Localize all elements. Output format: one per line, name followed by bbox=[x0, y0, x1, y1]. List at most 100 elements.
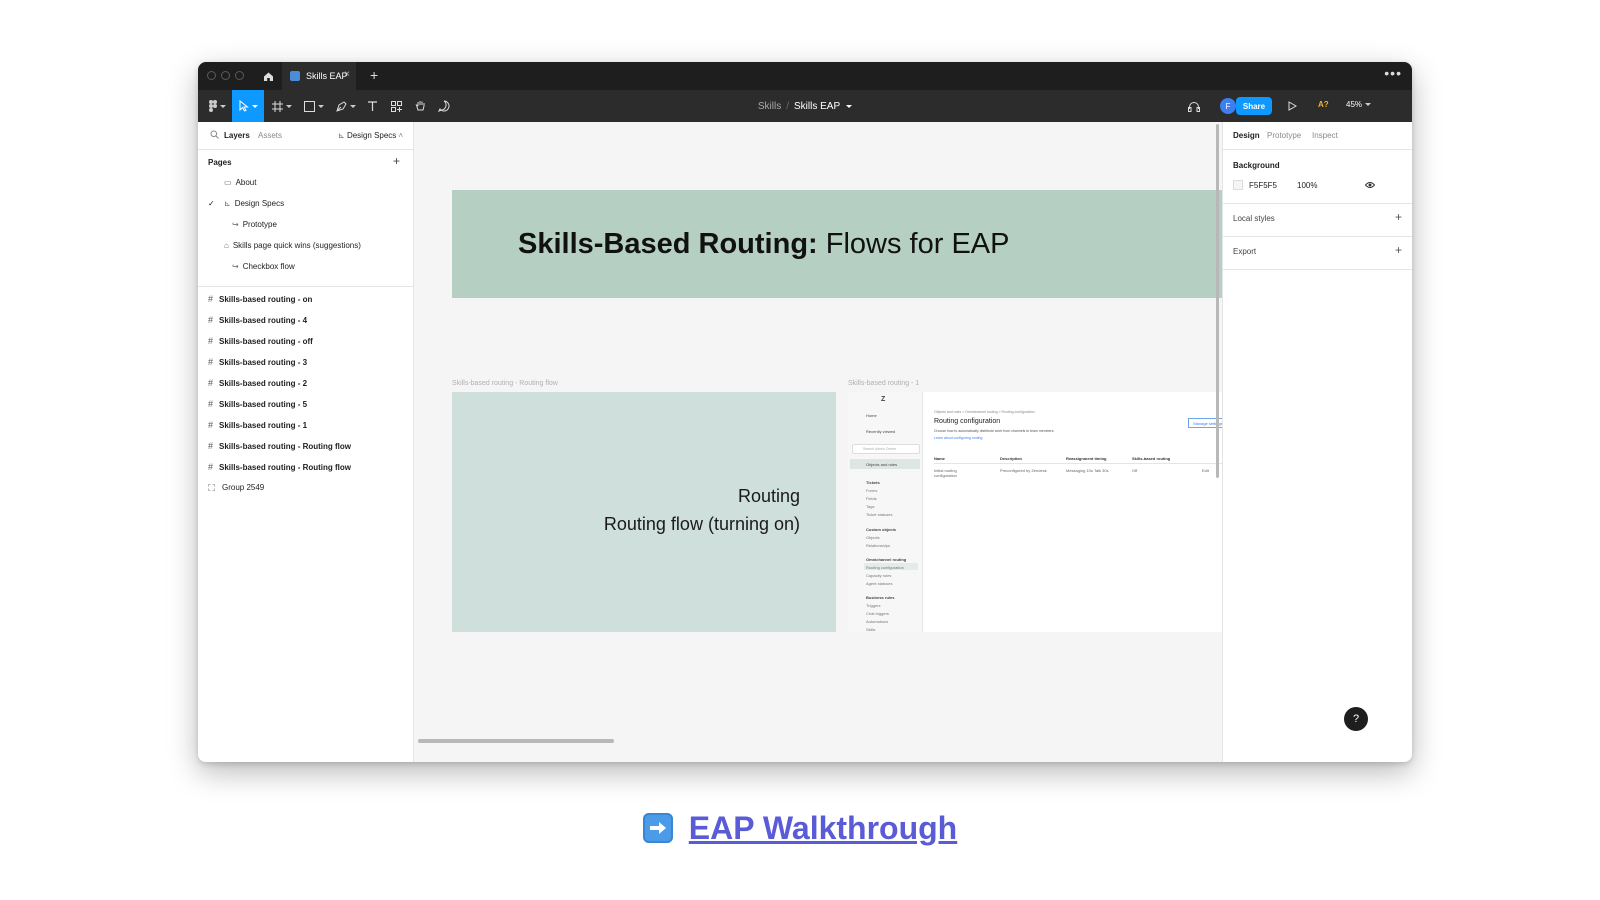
hand-tool[interactable] bbox=[410, 90, 430, 122]
add-page-button[interactable]: + bbox=[393, 154, 400, 168]
avatar[interactable]: F bbox=[1220, 98, 1236, 114]
mini-section-business: Business rules bbox=[866, 595, 895, 600]
page-item-design-specs[interactable]: ⊾ Design Specs bbox=[224, 199, 284, 208]
horizontal-scrollbar[interactable] bbox=[418, 739, 614, 743]
background-opacity-input[interactable]: 100% bbox=[1297, 181, 1317, 190]
home-icon bbox=[263, 72, 273, 81]
layer-row[interactable]: Group 2549 bbox=[208, 483, 264, 492]
tab-assets[interactable]: Assets bbox=[258, 131, 282, 140]
page-icon: ↪ bbox=[232, 220, 239, 229]
page-item-quick-wins[interactable]: ⌂ Skills page quick wins (suggestions) bbox=[224, 241, 361, 250]
export-heading: Export bbox=[1233, 247, 1257, 256]
layer-row[interactable]: # Skills-based routing - 2 bbox=[208, 378, 307, 388]
mini-sub-item: Automations bbox=[866, 619, 889, 624]
title-bar: Skills EAP × + ••• bbox=[198, 62, 1412, 90]
pen-tool[interactable] bbox=[332, 90, 360, 122]
main-menu-button[interactable] bbox=[204, 90, 230, 122]
file-name[interactable]: Skills EAP bbox=[794, 101, 840, 112]
breadcrumb-separator: / bbox=[786, 100, 789, 112]
page-item-about[interactable]: ▭ About bbox=[224, 178, 256, 187]
current-page-dropdown[interactable]: ⊾ Design Specs ˄ bbox=[338, 131, 403, 140]
pages-heading: Pages bbox=[208, 158, 232, 167]
comment-tool[interactable] bbox=[434, 90, 454, 122]
rectangle-icon bbox=[304, 100, 315, 112]
page-item-prototype[interactable]: ↪ Prototype bbox=[232, 220, 277, 229]
page-item-checkbox-flow[interactable]: ↪ Checkbox flow bbox=[232, 262, 295, 271]
layer-label: Skills-based routing - 3 bbox=[219, 357, 308, 367]
layer-label: Skills-based routing - 4 bbox=[219, 315, 308, 325]
frame-icon: # bbox=[208, 462, 214, 472]
background-section: Background bbox=[1223, 149, 1412, 204]
home-button[interactable] bbox=[254, 62, 282, 90]
frame-label[interactable]: Skills-based routing - Routing flow bbox=[452, 380, 558, 387]
tab-prototype[interactable]: Prototype bbox=[1267, 131, 1301, 140]
project-name[interactable]: Skills bbox=[758, 101, 781, 112]
frame-label[interactable]: Skills-based routing - 1 bbox=[848, 380, 919, 387]
frame-icon: # bbox=[208, 336, 214, 346]
window-close-button[interactable] bbox=[207, 71, 216, 80]
background-color-swatch[interactable] bbox=[1233, 180, 1243, 190]
banner-title-bold: Skills-Based Routing: bbox=[518, 228, 818, 260]
export-section: Export + bbox=[1223, 237, 1412, 270]
close-tab-icon[interactable]: × bbox=[344, 69, 350, 80]
layer-row[interactable]: # Skills-based routing - 1 bbox=[208, 420, 307, 430]
help-button[interactable]: ? bbox=[1344, 707, 1368, 731]
ai-badge[interactable]: A? bbox=[1318, 100, 1329, 109]
layer-row[interactable]: # Skills-based routing - 5 bbox=[208, 399, 307, 409]
window-maximize-button[interactable] bbox=[235, 71, 244, 80]
add-local-style-button[interactable]: + bbox=[1395, 210, 1402, 224]
add-export-button[interactable]: + bbox=[1395, 243, 1402, 257]
mini-cell: Messaging 10s Talk 30s bbox=[1066, 468, 1109, 473]
admin-center-frame[interactable]: Z Home Recently viewed Search Admin Cent… bbox=[848, 392, 1222, 632]
tab-layers[interactable]: Layers bbox=[224, 131, 250, 140]
frame-icon bbox=[272, 100, 283, 112]
layer-label: Skills-based routing - Routing flow bbox=[219, 441, 352, 451]
frame-subtitle: Routing flow (turning on) bbox=[603, 514, 800, 534]
background-hex-input[interactable]: F5F5F5 bbox=[1249, 181, 1277, 190]
zoom-menu[interactable]: 45% bbox=[1346, 100, 1372, 109]
mini-sub-item: Tags bbox=[866, 504, 875, 509]
window-minimize-button[interactable] bbox=[221, 71, 230, 80]
eap-walkthrough-link[interactable]: EAP Walkthrough bbox=[689, 810, 957, 847]
layer-label: Skills-based routing - 5 bbox=[219, 399, 308, 409]
resources-tool[interactable] bbox=[386, 90, 406, 122]
layer-label: Skills-based routing - Routing flow bbox=[219, 462, 352, 472]
page-icon: ↪ bbox=[232, 262, 239, 271]
mini-section-tickets: Tickets bbox=[866, 480, 880, 485]
share-button[interactable]: Share bbox=[1236, 97, 1272, 115]
audio-button[interactable] bbox=[1184, 90, 1204, 122]
more-options-button[interactable]: ••• bbox=[1384, 65, 1402, 81]
file-tab[interactable]: Skills EAP × bbox=[282, 62, 356, 90]
text-tool[interactable] bbox=[362, 90, 382, 122]
layer-row[interactable]: # Skills-based routing - off bbox=[208, 336, 313, 346]
tab-design[interactable]: Design bbox=[1233, 131, 1260, 140]
present-button[interactable] bbox=[1282, 90, 1302, 122]
search-icon[interactable] bbox=[210, 130, 219, 139]
routing-flow-frame[interactable]: Routing Routing flow (turning on) bbox=[452, 392, 836, 632]
move-tool[interactable] bbox=[232, 90, 264, 122]
chevron-down-icon[interactable] bbox=[846, 104, 853, 108]
layer-label: Skills-based routing - on bbox=[219, 294, 313, 304]
mini-sub-item: Forms bbox=[866, 488, 878, 493]
canvas[interactable]: Skills-Based Routing: Flows for EAP Skil… bbox=[414, 122, 1222, 762]
properties-panel: Design Prototype Inspect Background F5F5… bbox=[1222, 122, 1412, 762]
vertical-scrollbar[interactable] bbox=[1216, 124, 1219, 478]
local-styles-heading: Local styles bbox=[1233, 214, 1275, 223]
title-banner-frame[interactable]: Skills-Based Routing: Flows for EAP bbox=[452, 190, 1222, 298]
layer-row[interactable]: # Skills-based routing - Routing flow bbox=[208, 441, 351, 451]
layer-row[interactable]: # Skills-based routing - Routing flow bbox=[208, 462, 351, 472]
mini-sub-item: Triggers bbox=[866, 603, 881, 608]
mini-learn-more: Learn about configuring routing bbox=[934, 436, 983, 440]
layer-row[interactable]: # Skills-based routing - 3 bbox=[208, 357, 307, 367]
new-tab-button[interactable]: + bbox=[370, 67, 378, 83]
mini-search-input: Search Admin Center bbox=[852, 444, 920, 454]
properties-tabs: Design Prototype Inspect bbox=[1223, 122, 1412, 150]
eye-icon[interactable] bbox=[1365, 181, 1375, 189]
layer-row[interactable]: # Skills-based routing - on bbox=[208, 294, 312, 304]
tab-inspect[interactable]: Inspect bbox=[1312, 131, 1338, 140]
shape-tool[interactable] bbox=[300, 90, 328, 122]
layer-row[interactable]: # Skills-based routing - 4 bbox=[208, 315, 307, 325]
page-icon: ⊾ bbox=[224, 199, 231, 208]
frame-tool[interactable] bbox=[268, 90, 296, 122]
page-label: Checkbox flow bbox=[242, 262, 295, 271]
